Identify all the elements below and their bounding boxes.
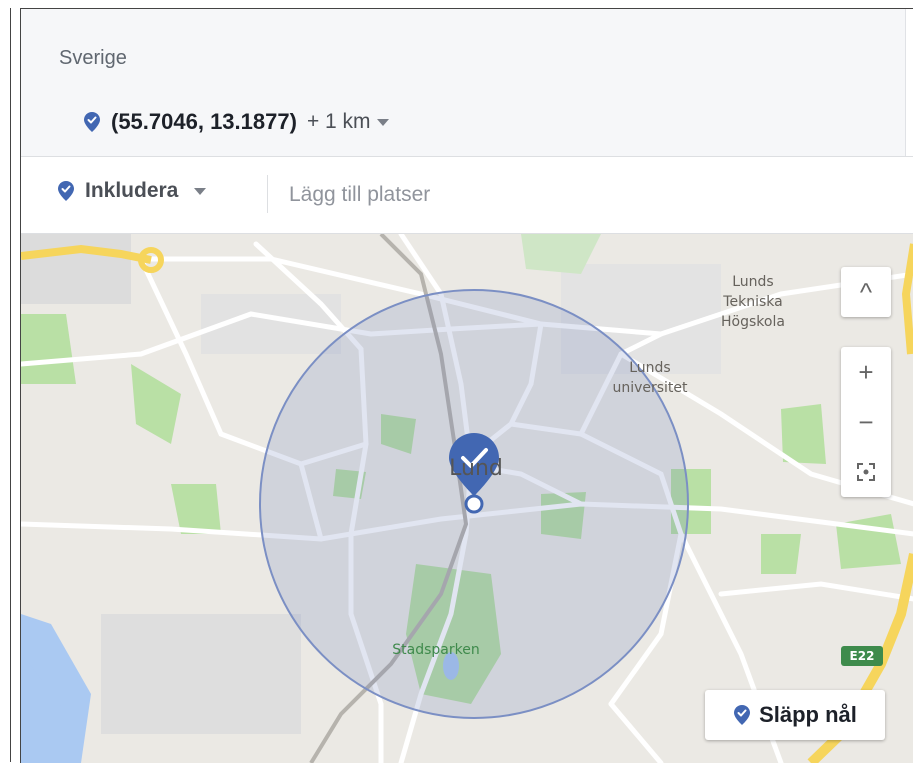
map-label-lth: Lunds Tekniska Högskola	[721, 274, 785, 330]
include-dropdown[interactable]: Inkludera	[57, 179, 207, 203]
chevron-up-icon: ^	[859, 276, 873, 307]
fullscreen-icon	[857, 463, 875, 481]
include-label: Inkludera	[85, 179, 179, 202]
drop-pin-button[interactable]: Släpp nål	[705, 690, 885, 740]
location-coordinates: (55.7046, 13.1877)	[111, 109, 297, 134]
selected-location-header: Sverige (55.7046, 13.1877) + 1 km	[21, 9, 913, 157]
road-shield-label: E22	[849, 649, 875, 663]
include-bar: Inkludera	[21, 157, 913, 234]
map-collapse-button[interactable]: ^	[841, 267, 891, 317]
country-label: Sverige	[59, 47, 127, 69]
left-border	[10, 8, 11, 762]
drop-pin-label: Släpp nål	[759, 702, 857, 727]
park-area	[836, 514, 901, 569]
header-scrollbar[interactable]	[905, 9, 913, 156]
add-places-input[interactable]	[287, 177, 891, 213]
caret-down-icon	[194, 187, 207, 195]
map-label-city: Lund	[449, 456, 503, 481]
map-block	[21, 234, 131, 304]
map-label-university: Lunds universitet	[612, 360, 688, 396]
caret-down-icon	[376, 118, 389, 126]
zoom-out-button[interactable]: −	[841, 397, 891, 447]
radius-dropdown[interactable]: + 1 km	[307, 110, 389, 134]
park-area	[761, 534, 801, 574]
map-view[interactable]: Lunds Tekniska Högskola Lunds universite…	[21, 234, 913, 763]
map-label-park: Stadsparken	[392, 642, 480, 658]
radius-label: + 1 km	[306, 110, 371, 133]
separator	[267, 175, 268, 213]
zoom-in-button[interactable]: +	[841, 347, 891, 397]
location-pin-icon	[84, 112, 100, 132]
location-pin-icon	[58, 181, 74, 201]
selected-location-row: (55.7046, 13.1877) + 1 km	[83, 107, 389, 137]
map-block	[101, 614, 301, 734]
location-pin-icon	[734, 705, 751, 725]
park-area	[781, 404, 826, 464]
location-targeting-panel: Sverige (55.7046, 13.1877) + 1 km Inklud…	[20, 8, 913, 763]
fullscreen-button[interactable]	[841, 447, 891, 497]
map-zoom-controls: + −	[841, 347, 891, 497]
